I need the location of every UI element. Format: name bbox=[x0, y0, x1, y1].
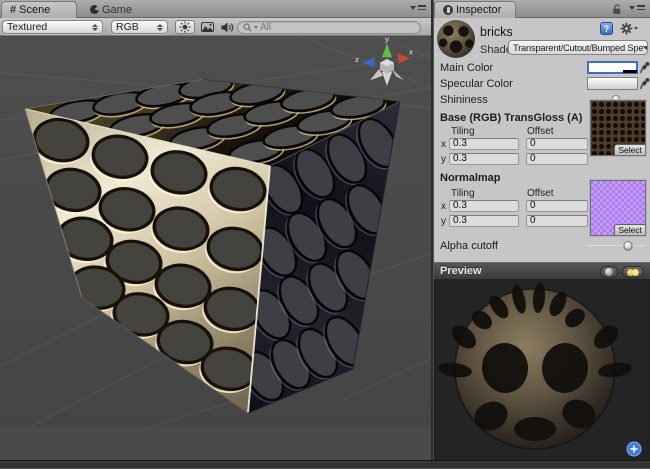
speaker-icon bbox=[221, 22, 234, 33]
help-icon[interactable]: ? bbox=[600, 22, 613, 35]
base-texture-select-button[interactable]: Select bbox=[614, 144, 645, 155]
main-color-swatch[interactable] bbox=[587, 61, 638, 74]
search-icon bbox=[243, 23, 252, 32]
base-offset-x-field[interactable]: 0 bbox=[526, 138, 588, 150]
main-color-label: Main Color bbox=[440, 62, 493, 74]
row-x-label: x bbox=[441, 139, 446, 150]
settings-gear-icon[interactable] bbox=[620, 22, 638, 35]
inspector-tabstrip: Inspector bbox=[434, 0, 650, 18]
updown-arrows-icon bbox=[92, 24, 98, 31]
normalmap-label: Normalmap bbox=[440, 172, 501, 184]
alpha-cutoff-label: Alpha cutoff bbox=[440, 240, 498, 252]
inspector-pane-menu-icon[interactable] bbox=[629, 5, 645, 10]
normal-tiling-y-field[interactable]: 0.3 bbox=[449, 215, 519, 227]
material-name: bricks bbox=[480, 25, 513, 39]
tab-game[interactable]: Game bbox=[82, 1, 140, 18]
chevron-down-icon bbox=[643, 46, 648, 50]
asset-plus-icon[interactable] bbox=[627, 442, 641, 456]
offset-header: Offset bbox=[527, 188, 554, 199]
inspector-icon bbox=[443, 5, 453, 15]
normal-tiling-x-field[interactable]: 0.3 bbox=[449, 200, 519, 212]
sun-icon bbox=[179, 21, 191, 33]
draw-mode-dropdown[interactable]: Textured bbox=[2, 20, 103, 34]
scene-pane-menu-icon[interactable] bbox=[410, 5, 426, 10]
scene-search-input[interactable]: All bbox=[237, 21, 421, 34]
base-offset-y-field[interactable]: 0 bbox=[526, 153, 588, 165]
gizmo-z-label: z bbox=[355, 55, 359, 64]
lights-icon bbox=[632, 269, 639, 276]
gizmo-x-label: x bbox=[409, 48, 413, 57]
eyedropper-icon[interactable] bbox=[640, 77, 650, 90]
scene-skybox-toggle[interactable] bbox=[199, 20, 216, 34]
scene-lighting-toggle[interactable] bbox=[175, 20, 195, 34]
color-mode-value: RGB bbox=[116, 21, 139, 33]
normal-offset-y-field[interactable]: 0 bbox=[526, 215, 588, 227]
hash-icon: # bbox=[10, 4, 16, 16]
preview-header[interactable]: Preview bbox=[434, 262, 650, 280]
preview-area[interactable] bbox=[434, 280, 649, 460]
search-filter-arrow-icon bbox=[254, 26, 258, 29]
alpha-cutoff-slider-thumb[interactable] bbox=[623, 241, 632, 250]
preview-lighting-button[interactable] bbox=[622, 266, 644, 278]
sphere-icon bbox=[605, 268, 613, 276]
base-tiling-x-field[interactable]: 0.3 bbox=[449, 138, 519, 150]
tab-inspector-label: Inspector bbox=[456, 4, 501, 16]
tiling-header: Tiling bbox=[451, 126, 475, 137]
updown-arrows-icon bbox=[157, 24, 163, 31]
offset-header: Offset bbox=[527, 126, 554, 137]
window-bottom-border bbox=[0, 460, 650, 469]
preview-title: Preview bbox=[440, 265, 482, 277]
unity-editor-window: # Scene Game Textured RGB bbox=[0, 0, 650, 469]
scene-3d-view[interactable]: y x z bbox=[0, 36, 431, 460]
scene-audio-toggle[interactable] bbox=[219, 20, 236, 34]
shininess-label: Shininess bbox=[440, 94, 488, 106]
eyedropper-icon[interactable] bbox=[640, 61, 650, 74]
search-placeholder: All bbox=[260, 22, 271, 33]
draw-mode-value: Textured bbox=[7, 21, 47, 33]
material-preview-sphere[interactable] bbox=[435, 280, 650, 460]
inspector-panel: bricks Shader Transparent/Cutout/Bumped … bbox=[434, 18, 650, 262]
row-x-label: x bbox=[441, 201, 446, 212]
alpha-cutoff-slider[interactable] bbox=[587, 241, 645, 251]
specular-color-swatch[interactable] bbox=[587, 77, 638, 90]
tab-scene-label: Scene bbox=[19, 4, 50, 16]
gizmo-y-label: y bbox=[385, 36, 389, 43]
gear-menu-arrow-icon bbox=[634, 27, 638, 30]
preview-shape-button[interactable] bbox=[600, 266, 618, 278]
base-map-label: Base (RGB) TransGloss (A) bbox=[440, 112, 582, 124]
tab-inspector[interactable]: Inspector bbox=[434, 1, 516, 18]
base-tiling-y-field[interactable]: 0.3 bbox=[449, 153, 519, 165]
scene-viewport[interactable]: y x z bbox=[0, 36, 431, 460]
image-icon bbox=[201, 22, 214, 32]
tab-game-label: Game bbox=[102, 4, 132, 16]
specular-color-label: Specular Color bbox=[440, 78, 513, 90]
color-mode-dropdown[interactable]: RGB bbox=[111, 20, 168, 34]
inspector-lock-icon[interactable] bbox=[612, 4, 622, 15]
normal-offset-x-field[interactable]: 0 bbox=[526, 200, 588, 212]
shader-dropdown[interactable]: Transparent/Cutout/Bumped Spe bbox=[508, 40, 648, 55]
shader-value: Transparent/Cutout/Bumped Spe bbox=[513, 43, 643, 53]
tab-scene[interactable]: # Scene bbox=[1, 1, 77, 18]
tiling-header: Tiling bbox=[451, 188, 475, 199]
normalmap-texture-thumbnail[interactable]: Select bbox=[590, 180, 646, 236]
material-preview-thumbnail[interactable] bbox=[437, 20, 475, 58]
game-icon bbox=[90, 5, 99, 14]
scene-tabstrip: # Scene Game bbox=[0, 0, 431, 18]
row-y-label: y bbox=[441, 154, 446, 165]
slider-track bbox=[587, 245, 645, 246]
scene-toolbar: Textured RGB bbox=[0, 18, 431, 36]
base-texture-thumbnail[interactable]: Select bbox=[590, 100, 646, 156]
row-y-label: y bbox=[441, 216, 446, 227]
normalmap-select-button[interactable]: Select bbox=[614, 224, 645, 235]
